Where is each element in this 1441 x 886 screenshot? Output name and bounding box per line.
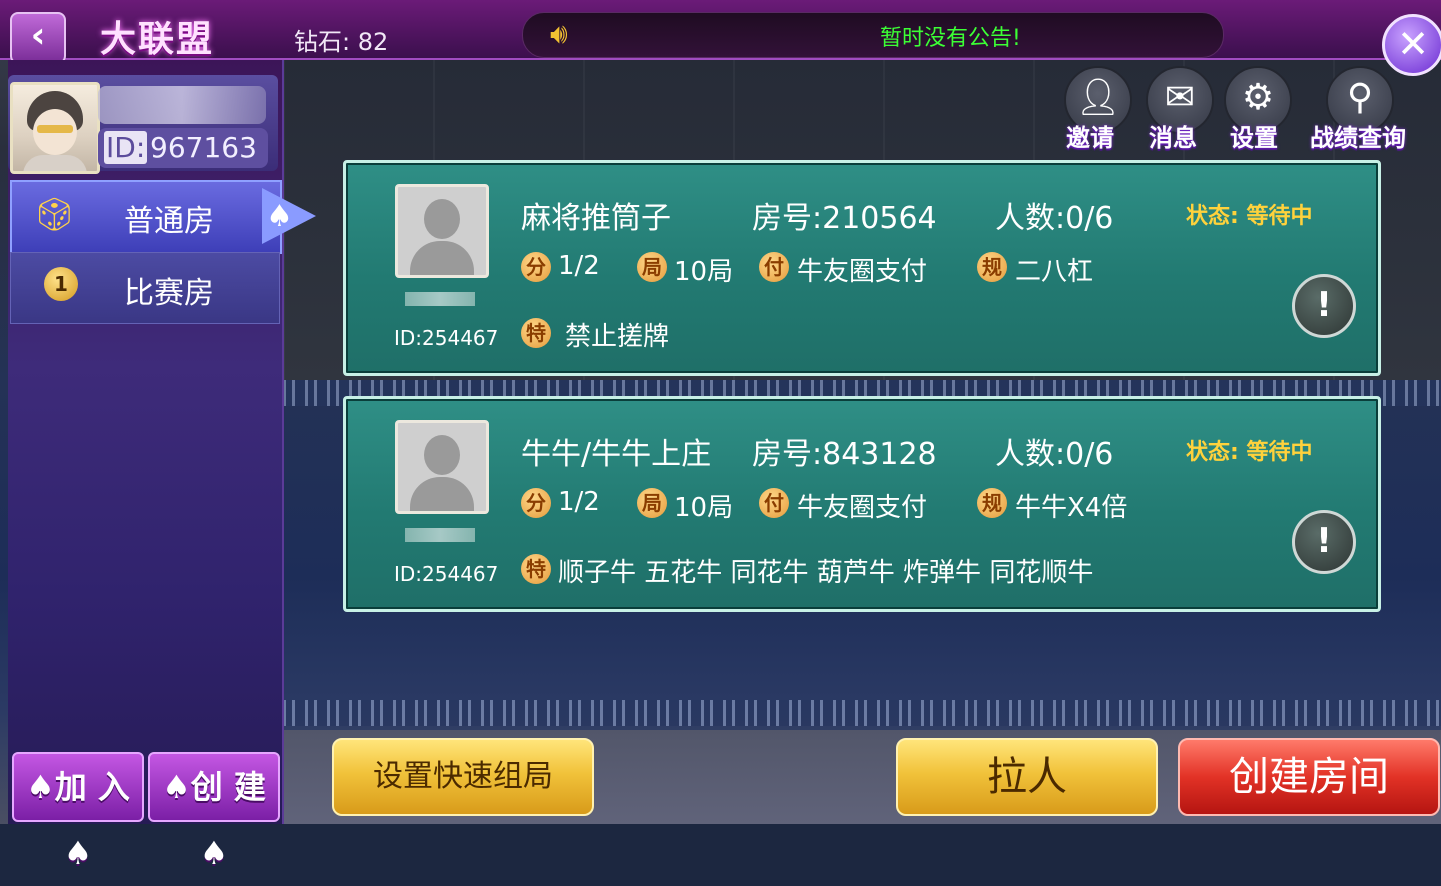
sidebar-item-label: 比赛房: [124, 276, 214, 311]
notice-text: 暂时没有公告!: [880, 26, 1021, 51]
owner-avatar: [395, 420, 489, 514]
pull-people-button[interactable]: 拉人: [896, 738, 1158, 816]
status-badge: 状态: 等待中: [1186, 204, 1313, 229]
join-button[interactable]: ♠加 入♠: [12, 752, 144, 872]
back-button[interactable]: ‹: [10, 12, 66, 64]
score-value: 1/2: [558, 487, 600, 517]
owner-avatar: [395, 184, 489, 278]
special-badge: 特: [521, 318, 551, 348]
create-button[interactable]: ♠创 建♠: [148, 752, 280, 872]
status-badge: 状态: 等待中: [1186, 440, 1313, 465]
messages-label: 消息: [1149, 124, 1197, 152]
settings-label: 设置: [1230, 124, 1278, 152]
diamond-count: 钻石: 82: [294, 28, 389, 56]
dice-icon: 🎲︎: [34, 195, 75, 233]
room-number: 房号:210564: [752, 201, 937, 236]
speaker-icon: 🔊︎: [550, 17, 568, 50]
rule-badge: 规: [977, 252, 1007, 282]
medal-icon: 1: [44, 267, 78, 301]
user-id: 967163: [150, 131, 257, 164]
rounds-value: 10局: [674, 257, 734, 287]
special-rules: 顺子牛 五花牛 同花牛 葫芦牛 炸弹牛 同花顺牛: [558, 558, 1094, 588]
notice-bar: [522, 12, 1224, 58]
rule-value: 牛牛X4倍: [1015, 493, 1128, 523]
room-info-button[interactable]: !: [1292, 274, 1356, 338]
payment-value: 牛友圈支付: [797, 493, 928, 523]
user-name-blurred: [98, 86, 266, 124]
special-rules: 禁止搓牌: [565, 322, 670, 352]
payment-badge: 付: [759, 252, 789, 282]
records-label: 战绩查询: [1310, 124, 1406, 152]
rule-value: 二八杠: [1015, 257, 1094, 287]
room-name: 麻将推筒子: [521, 201, 671, 236]
user-id-prefix: ID:: [104, 131, 148, 164]
avatar[interactable]: [10, 82, 100, 174]
rounds-value: 10局: [674, 493, 734, 523]
invite-label: 邀请: [1066, 124, 1114, 152]
player-count: 人数:0/6: [995, 201, 1114, 236]
player-count: 人数:0/6: [995, 437, 1114, 472]
special-badge: 特: [521, 554, 551, 584]
page-title: 大联盟: [100, 19, 215, 60]
owner-id: ID:254467: [394, 562, 499, 586]
exclamation-icon: !: [1316, 285, 1332, 325]
create-room-button[interactable]: 创建房间: [1178, 738, 1440, 816]
rule-badge: 规: [977, 488, 1007, 518]
room-number: 房号:843128: [752, 437, 937, 472]
floor-border-bottom: [283, 700, 1441, 726]
payment-badge: 付: [759, 488, 789, 518]
close-button[interactable]: ✕: [1382, 14, 1441, 76]
quick-setup-button[interactable]: 设置快速组局: [332, 738, 594, 816]
payment-value: 牛友圈支付: [797, 257, 928, 287]
spade-icon: ♠: [266, 199, 293, 234]
rounds-badge: 局: [637, 488, 667, 518]
score-value: 1/2: [558, 251, 600, 281]
owner-name-blurred: [405, 528, 475, 542]
left-panel: [8, 60, 284, 824]
sidebar-item-label: 普通房: [124, 204, 214, 239]
exclamation-icon: !: [1316, 521, 1332, 561]
room-info-button[interactable]: !: [1292, 510, 1356, 574]
owner-id: ID:254467: [394, 326, 499, 350]
rounds-badge: 局: [637, 252, 667, 282]
chevron-left-icon: ‹: [30, 15, 46, 56]
close-icon: ✕: [1397, 22, 1429, 66]
score-badge: 分: [521, 252, 551, 282]
score-badge: 分: [521, 488, 551, 518]
owner-name-blurred: [405, 292, 475, 306]
room-name: 牛牛/牛牛上庄: [521, 437, 712, 472]
